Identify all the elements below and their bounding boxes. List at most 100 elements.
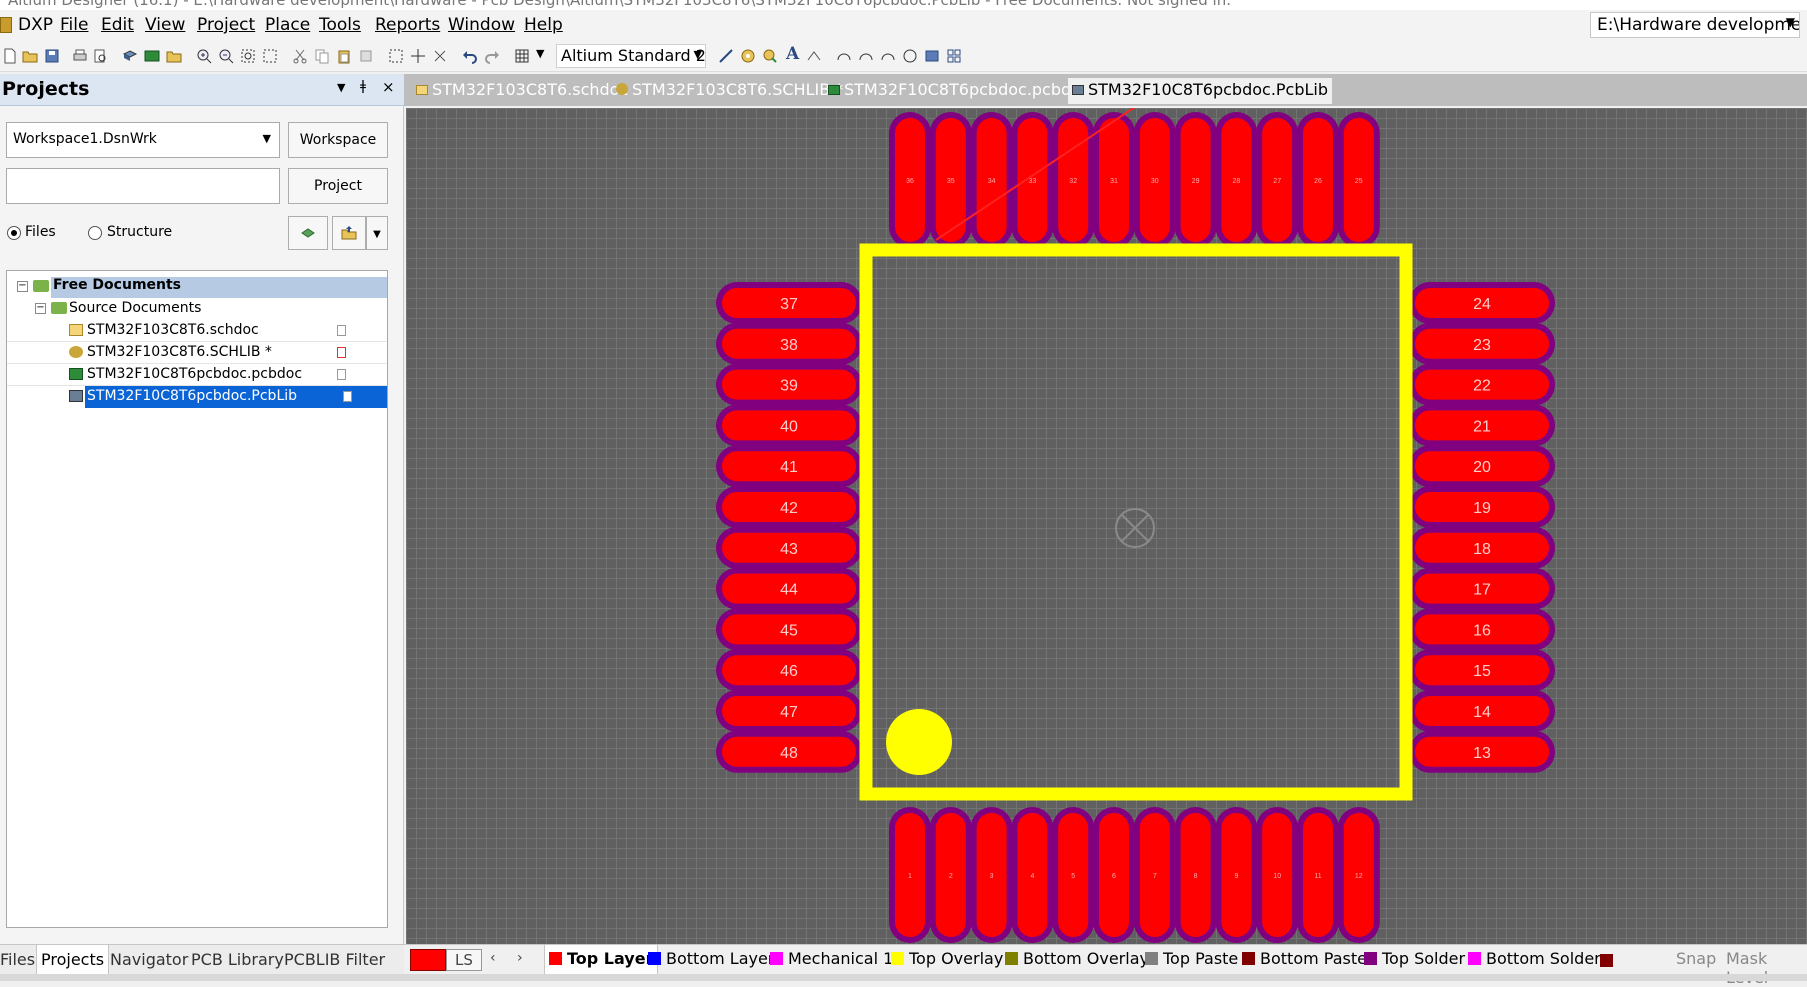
- pcb-library-icon: [69, 390, 83, 402]
- zoom-out-icon[interactable]: [218, 48, 234, 64]
- workspace-combo[interactable]: Workspace1.DsnWrk ▼: [6, 122, 280, 158]
- mask-level-button[interactable]: Mask Level: [1726, 949, 1807, 987]
- tab-navigator[interactable]: Navigator: [110, 950, 188, 969]
- rubber-stamp-icon[interactable]: [358, 48, 374, 64]
- pad-label-left-37: 37: [780, 296, 798, 313]
- scroll-left-icon[interactable]: ‹: [490, 950, 496, 966]
- deselect-icon[interactable]: [432, 48, 448, 64]
- layer-tab-bottom-paste[interactable]: Bottom Paste: [1242, 949, 1367, 968]
- pcb-canvas[interactable]: 37 38 39 40 41 42 43 44 45 46 47 48 24 23 22 21 20 19 18 17…: [406, 108, 1807, 944]
- arc-center-icon[interactable]: [836, 48, 852, 64]
- layer-tab-mechanical-1[interactable]: Mechanical 1: [770, 949, 893, 968]
- undo-icon[interactable]: [462, 48, 478, 64]
- layer-tab-top-paste[interactable]: Top Paste: [1145, 949, 1238, 968]
- menu-tools[interactable]: Tools: [319, 15, 361, 35]
- menu-edit[interactable]: Edit: [101, 15, 134, 35]
- line-tool-icon[interactable]: [718, 48, 734, 64]
- move-icon[interactable]: [410, 48, 426, 64]
- tree-file-pcbdoc[interactable]: STM32F10C8T6pcbdoc.pcbdoc: [7, 364, 387, 386]
- layer-color-swatch: [1145, 952, 1158, 965]
- project-field[interactable]: [6, 168, 280, 204]
- component-icon[interactable]: [122, 48, 138, 64]
- refresh-button[interactable]: [288, 216, 328, 250]
- project-options-dropdown[interactable]: ▼: [366, 216, 388, 250]
- layer-tab-top-overlay[interactable]: Top Overlay: [891, 949, 1003, 968]
- more-layers-swatch[interactable]: [1600, 954, 1613, 967]
- via-tool-icon[interactable]: [762, 48, 778, 64]
- save-icon[interactable]: [44, 48, 60, 64]
- tree-group[interactable]: − Source Documents: [7, 298, 387, 320]
- workspace-path-combo[interactable]: E:\Hardware developme ▼: [1590, 12, 1800, 38]
- menu-dxp[interactable]: DXP: [18, 15, 53, 35]
- pad-tool-icon[interactable]: [740, 48, 756, 64]
- zoom-in-icon[interactable]: [196, 48, 212, 64]
- menu-window[interactable]: Window: [448, 15, 515, 35]
- layer-tab-bottom-overlay[interactable]: Bottom Overlay: [1005, 949, 1149, 968]
- copy-icon[interactable]: [314, 48, 330, 64]
- zoom-fit-icon[interactable]: [262, 48, 278, 64]
- tab-pcblib-filter[interactable]: PCBLIB Filter: [284, 950, 385, 969]
- paste-icon[interactable]: [336, 48, 352, 64]
- pin-icon[interactable]: ǂ: [360, 79, 366, 94]
- current-layer-swatch[interactable]: [410, 949, 446, 971]
- tab-projects[interactable]: Projects: [36, 945, 110, 975]
- new-document-icon[interactable]: [2, 48, 18, 64]
- layer-set-button[interactable]: LS: [446, 949, 482, 971]
- panel-menu-icon[interactable]: ▼: [337, 81, 345, 94]
- layer-tab-bottom-solder[interactable]: Bottom Solder: [1468, 949, 1601, 968]
- chevron-down-icon[interactable]: ▼: [536, 47, 544, 60]
- redo-icon[interactable]: [484, 48, 500, 64]
- close-icon[interactable]: ×: [382, 78, 395, 96]
- arc-any-icon[interactable]: [880, 48, 896, 64]
- print-icon[interactable]: [72, 48, 88, 64]
- cut-icon[interactable]: [292, 48, 308, 64]
- circle-tool-icon[interactable]: [902, 48, 918, 64]
- project-options-button[interactable]: [332, 216, 366, 250]
- zoom-area-icon[interactable]: [240, 48, 256, 64]
- grid-icon[interactable]: [514, 48, 530, 64]
- tab-pcb-library[interactable]: PCB Library: [191, 950, 284, 969]
- radio-files[interactable]: [7, 226, 21, 240]
- open-folder-icon[interactable]: [22, 48, 38, 64]
- layer-tab-top-layer[interactable]: Top Layer: [544, 945, 659, 975]
- select-area-icon[interactable]: [388, 48, 404, 64]
- dxp-icon[interactable]: [0, 17, 12, 33]
- tab-doc-schlib[interactable]: STM32F103C8T6.SCHLIB *: [612, 78, 847, 104]
- array-paste-icon[interactable]: [946, 48, 962, 64]
- tab-doc-pcbdoc[interactable]: STM32F10C8T6pcbdoc.pcbdoc: [824, 78, 1094, 104]
- text-tool-icon[interactable]: A: [786, 44, 799, 64]
- tab-doc-schdoc[interactable]: STM32F103C8T6.schdoc: [412, 78, 632, 104]
- layer-tab-top-solder[interactable]: Top Solder: [1364, 949, 1465, 968]
- tab-files[interactable]: Files: [0, 950, 35, 969]
- print-preview-icon[interactable]: [92, 48, 108, 64]
- tab-doc-pcblib[interactable]: STM32F10C8T6pcbdoc.PcbLib: [1068, 78, 1333, 104]
- menu-project[interactable]: Project: [197, 15, 255, 35]
- tree-file-schlib[interactable]: STM32F103C8T6.SCHLIB *: [7, 342, 387, 364]
- menu-reports[interactable]: Reports: [375, 15, 440, 35]
- board-icon[interactable]: [144, 48, 160, 64]
- radio-structure[interactable]: [88, 226, 102, 240]
- snap-button[interactable]: Snap: [1676, 949, 1716, 968]
- menu-help[interactable]: Help: [524, 15, 563, 35]
- layer-color-swatch: [1005, 952, 1018, 965]
- fill-tool-icon[interactable]: [924, 48, 940, 64]
- collapse-icon[interactable]: −: [35, 303, 46, 314]
- pad-label-bottom-11: 11: [1314, 873, 1321, 880]
- folder-icon[interactable]: [166, 48, 182, 64]
- menu-file[interactable]: File: [60, 15, 88, 35]
- tree-root[interactable]: − Free Documents: [7, 276, 387, 298]
- tree-file-pcblib[interactable]: STM32F10C8T6pcbdoc.PcbLib: [7, 386, 387, 408]
- menu-view[interactable]: View: [145, 15, 185, 35]
- layer-tab-bottom-layer[interactable]: Bottom Layer: [648, 949, 774, 968]
- workspace-button[interactable]: Workspace: [288, 122, 388, 158]
- pad-label-bottom-5: 5: [1071, 873, 1075, 880]
- arc-edge-icon[interactable]: [858, 48, 874, 64]
- tree-file-schdoc[interactable]: STM32F103C8T6.schdoc: [7, 320, 387, 342]
- pad-label-left-47: 47: [780, 704, 798, 721]
- project-button[interactable]: Project: [288, 168, 388, 204]
- coordinate-tool-icon[interactable]: [806, 48, 822, 64]
- standard-combo[interactable]: Altium Standard 2 ▼: [556, 44, 706, 68]
- collapse-icon[interactable]: −: [17, 281, 28, 292]
- scroll-right-icon[interactable]: ›: [517, 950, 523, 966]
- menu-place[interactable]: Place: [265, 15, 310, 35]
